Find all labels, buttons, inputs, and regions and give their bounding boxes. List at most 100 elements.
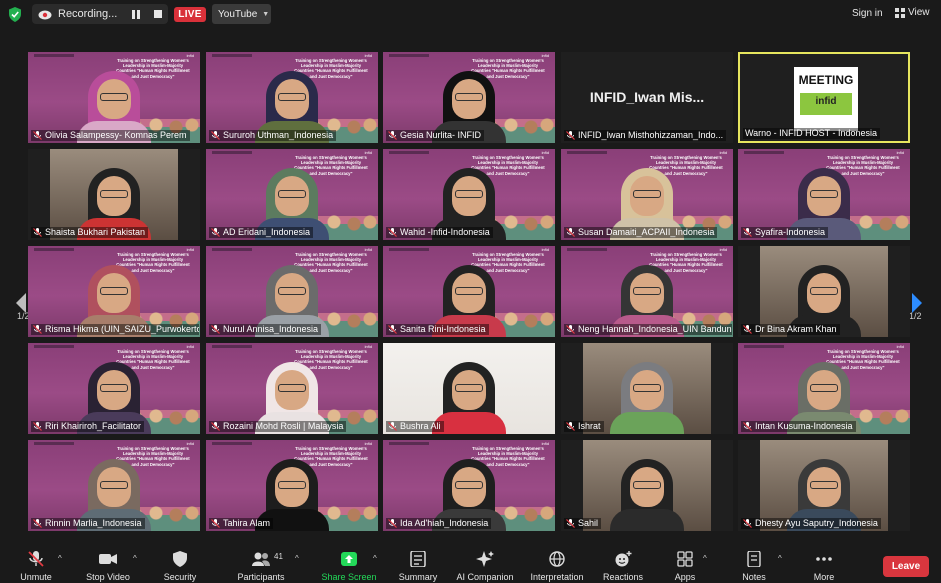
glasses bbox=[810, 190, 838, 198]
stop-recording-button[interactable] bbox=[150, 6, 166, 22]
security-label: Security bbox=[163, 572, 197, 582]
participant-video-tile[interactable]: infid Training on Strengthening Women's L… bbox=[28, 52, 200, 143]
participants-options-caret-icon[interactable]: ^ bbox=[295, 554, 299, 563]
muted-mic-icon bbox=[211, 228, 220, 237]
apps-icon bbox=[677, 551, 693, 567]
participant-video-tile[interactable]: Sahil bbox=[561, 440, 733, 531]
zoom-meeting-window: Recording... LIVE YouTube ▼ Sign in View… bbox=[0, 0, 941, 583]
leave-button[interactable]: Leave bbox=[883, 556, 929, 577]
share-options-caret-icon[interactable]: ^ bbox=[373, 554, 377, 563]
muted-mic-icon bbox=[566, 228, 575, 237]
audio-options-caret-icon[interactable]: ^ bbox=[58, 554, 62, 563]
stop-video-button[interactable]: Stop Video bbox=[80, 540, 136, 583]
participant-name-tag: Risma Hikma (UIN_SAIZU_Purwokerto) bbox=[31, 324, 199, 335]
muted-mic-icon bbox=[388, 422, 397, 431]
glasses bbox=[278, 190, 306, 198]
muted-mic-icon bbox=[211, 131, 220, 140]
participant-video-tile[interactable]: Dr Bina Akram Khan bbox=[738, 246, 910, 337]
interpretation-label: Interpretation bbox=[530, 572, 584, 582]
video-camera-icon bbox=[99, 554, 117, 564]
participant-name-tag: Tahira Alam bbox=[209, 518, 274, 529]
participant-video-tile[interactable]: infid Training on Strengthening Women's L… bbox=[206, 52, 378, 143]
more-label: More bbox=[813, 572, 835, 582]
ai-companion-button[interactable]: AI Companion bbox=[450, 540, 520, 583]
participant-name: Gesia Nurlita- INFID bbox=[400, 130, 482, 140]
participant-video-tile[interactable]: infid Training on Strengthening Women's L… bbox=[28, 343, 200, 434]
participant-name-tag: Rozaini Mohd Rosli | Malaysia bbox=[209, 421, 347, 432]
notes-options-caret-icon[interactable]: ^ bbox=[778, 554, 782, 563]
participant-name: Nurul Annisa_Indonesia bbox=[223, 324, 319, 334]
participant-video-tile[interactable]: MEETING infid Warno - INFID HOST - Indones… bbox=[738, 52, 910, 143]
pause-icon bbox=[132, 9, 140, 19]
participant-video-tile[interactable]: infid Training on Strengthening Women's L… bbox=[383, 246, 555, 337]
security-shield-icon[interactable] bbox=[8, 7, 22, 22]
muted-mic-icon bbox=[388, 325, 397, 334]
participant-video-tile[interactable]: Dhesty Ayu Saputry_Indonesia bbox=[738, 440, 910, 531]
participants-button[interactable]: Participants bbox=[232, 540, 290, 583]
participant-video-tile[interactable]: infid Training on Strengthening Women's L… bbox=[561, 149, 733, 240]
participant-name: Sururoh Uthman_Indonesia bbox=[223, 130, 334, 140]
ai-sparkle-icon bbox=[476, 551, 494, 567]
participant-video-tile[interactable]: Bushra Ali bbox=[383, 343, 555, 434]
glasses bbox=[633, 190, 661, 198]
torso bbox=[610, 509, 684, 531]
summary-button[interactable]: Summary bbox=[394, 540, 442, 583]
glasses bbox=[100, 190, 128, 198]
participant-video-tile[interactable]: infid Training on Strengthening Women's L… bbox=[738, 343, 910, 434]
glasses bbox=[810, 481, 838, 489]
participant-video-tile[interactable]: infid Training on Strengthening Women's L… bbox=[383, 52, 555, 143]
participant-name-tag: Ishrat bbox=[564, 421, 604, 432]
glasses bbox=[455, 287, 483, 295]
participant-video-tile[interactable]: Ishrat bbox=[561, 343, 733, 434]
participant-video-tile[interactable]: infid Training on Strengthening Women's L… bbox=[383, 440, 555, 531]
muted-mic-icon bbox=[33, 228, 42, 237]
participant-video-tile[interactable]: Shaista Bukhari Pakistan bbox=[28, 149, 200, 240]
live-badge: LIVE bbox=[174, 7, 206, 22]
participant-name-tag: Wahid -Infid-Indonesia bbox=[386, 227, 493, 238]
video-options-caret-icon[interactable]: ^ bbox=[133, 554, 137, 563]
muted-mic-icon bbox=[388, 519, 397, 528]
muted-mic-icon bbox=[211, 519, 220, 528]
glasses bbox=[100, 481, 128, 489]
stream-target-dropdown[interactable]: YouTube ▼ bbox=[212, 4, 271, 24]
more-button[interactable]: More bbox=[804, 540, 844, 583]
participant-video-tile[interactable]: infid Training on Strengthening Women's L… bbox=[738, 149, 910, 240]
reactions-button[interactable]: Reactions bbox=[598, 540, 648, 583]
participant-video-tile[interactable]: infid Training on Strengthening Women's L… bbox=[206, 246, 378, 337]
participant-video-tile[interactable]: infid Training on Strengthening Women's L… bbox=[383, 149, 555, 240]
participants-label: Participants bbox=[237, 572, 285, 582]
participant-video-tile[interactable]: infid Training on Strengthening Women's L… bbox=[206, 440, 378, 531]
glasses bbox=[100, 287, 128, 295]
apps-button[interactable]: Apps bbox=[666, 540, 704, 583]
unmute-button[interactable]: Unmute bbox=[12, 540, 60, 583]
security-button[interactable]: Security bbox=[156, 540, 204, 583]
participant-name: Tahira Alam bbox=[223, 518, 271, 528]
meeting-toolbar: Unmute ^ Stop Video ^ Security Participa… bbox=[0, 540, 941, 583]
view-button[interactable]: View bbox=[895, 7, 930, 18]
notes-icon bbox=[747, 551, 761, 567]
participant-video-tile[interactable]: infid Training on Strengthening Women's L… bbox=[206, 149, 378, 240]
participant-video-tile[interactable]: INFID_Iwan Mis... INFID_Iwan Misthohizzam… bbox=[561, 52, 733, 143]
muted-mic-icon bbox=[566, 131, 575, 140]
slide-top-strip bbox=[567, 151, 607, 154]
participant-name-tag: Riri Khairiroh_Facilitator bbox=[31, 421, 145, 432]
participant-video-tile[interactable]: infid Training on Strengthening Women's L… bbox=[28, 440, 200, 531]
participant-video-tile[interactable]: infid Training on Strengthening Women's L… bbox=[561, 246, 733, 337]
participant-name: Bushra Ali bbox=[400, 421, 441, 431]
glasses bbox=[455, 190, 483, 198]
muted-mic-icon bbox=[33, 131, 42, 140]
sign-in-link[interactable]: Sign in bbox=[852, 8, 883, 19]
notes-button[interactable]: Notes bbox=[734, 540, 774, 583]
slide-top-strip bbox=[34, 248, 74, 251]
muted-mic-icon bbox=[566, 325, 575, 334]
apps-options-caret-icon[interactable]: ^ bbox=[703, 554, 707, 563]
glasses bbox=[455, 384, 483, 392]
interpretation-button[interactable]: Interpretation bbox=[524, 540, 590, 583]
pause-recording-button[interactable] bbox=[128, 6, 144, 22]
participant-name: Warno - INFID HOST - Indonesia bbox=[745, 128, 878, 138]
participant-video-tile[interactable]: infid Training on Strengthening Women's L… bbox=[206, 343, 378, 434]
participant-name-tag: Dhesty Ayu Saputry_Indonesia bbox=[741, 518, 881, 529]
participant-video-tile[interactable]: infid Training on Strengthening Women's L… bbox=[28, 246, 200, 337]
share-screen-button[interactable]: Share Screen bbox=[318, 540, 380, 583]
muted-mic-icon bbox=[33, 422, 42, 431]
